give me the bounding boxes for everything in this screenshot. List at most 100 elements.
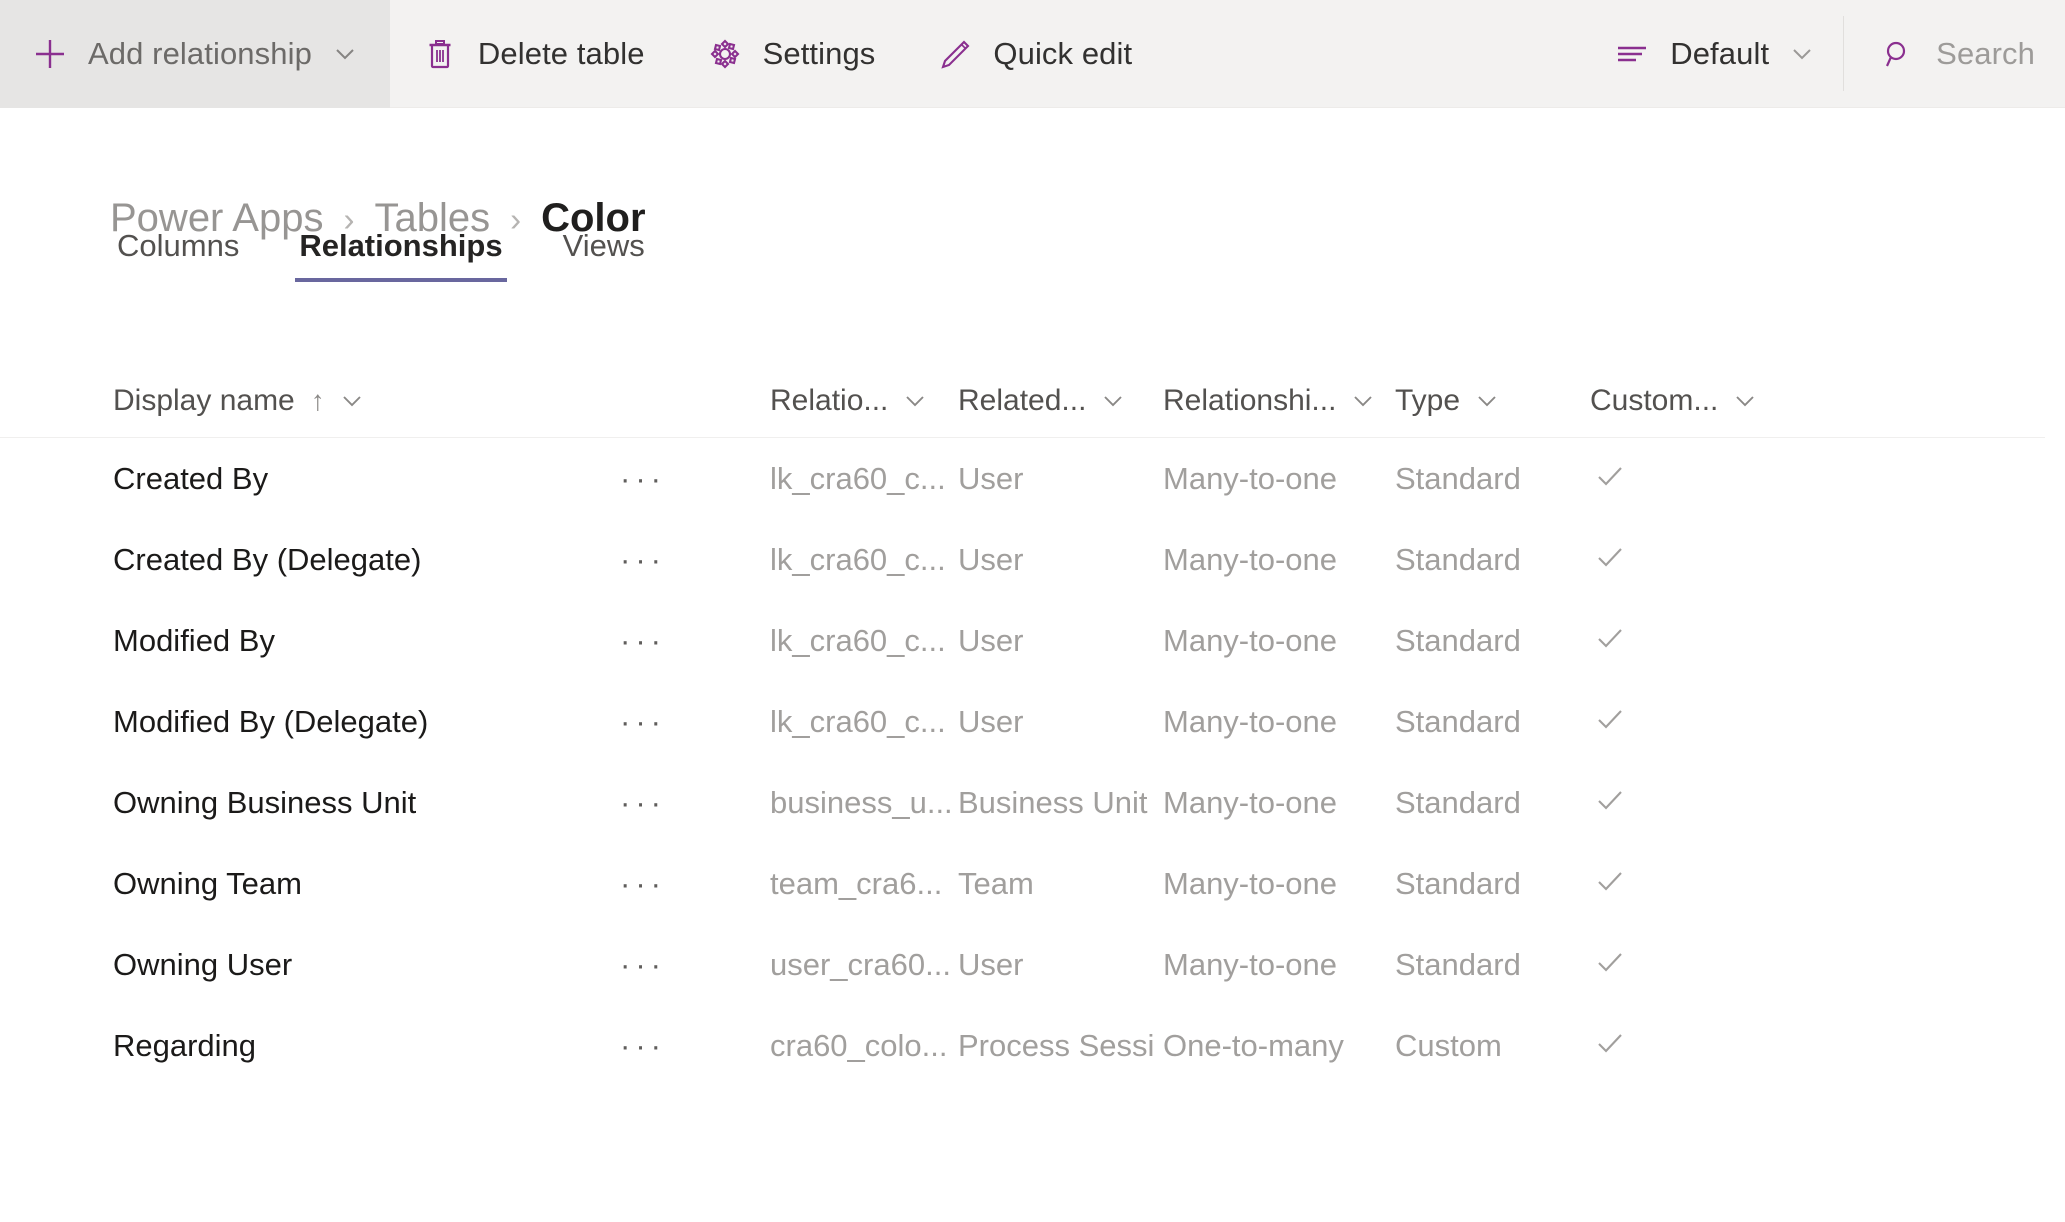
- settings-button[interactable]: Settings: [675, 0, 906, 108]
- cell-related-table: Business Unit: [958, 784, 1148, 820]
- search-box[interactable]: Search: [1844, 0, 2065, 108]
- row-menu-button[interactable]: ···: [620, 461, 770, 497]
- quick-edit-button[interactable]: Quick edit: [905, 0, 1162, 108]
- chevron-down-icon[interactable]: [1732, 388, 1758, 414]
- row-menu-button[interactable]: ···: [620, 866, 770, 902]
- breadcrumb-separator-icon: ›: [510, 201, 522, 238]
- column-header-label: Related...: [958, 383, 1087, 417]
- ellipsis-icon[interactable]: ···: [620, 1028, 666, 1063]
- gear-icon: [705, 34, 745, 74]
- chevron-down-icon[interactable]: [1350, 388, 1376, 414]
- cell-relationship-name: lk_cra60_c...: [770, 703, 946, 739]
- trash-icon: [420, 34, 460, 74]
- command-bar-spacer: [1162, 0, 1582, 107]
- chevron-down-icon[interactable]: [339, 388, 365, 414]
- command-bar: Add relationship Delete table Settings Q…: [0, 0, 2065, 108]
- cell-customizable: [1590, 699, 1790, 744]
- view-selector-button[interactable]: Default: [1582, 0, 1843, 108]
- checkmark-icon: [1590, 780, 1630, 820]
- view-list-icon: [1612, 34, 1652, 74]
- ellipsis-icon[interactable]: ···: [620, 461, 666, 496]
- tab-views[interactable]: Views: [559, 228, 649, 282]
- checkmark-icon: [1590, 537, 1630, 577]
- cell-relationship-type: One-to-many: [1163, 1027, 1344, 1063]
- table-row[interactable]: Created By (Delegate) ··· lk_cra60_c... …: [0, 519, 2065, 600]
- ellipsis-icon[interactable]: ···: [620, 623, 666, 658]
- cell-relationship-name: cra60_colo...: [770, 1027, 948, 1063]
- row-menu-button[interactable]: ···: [620, 947, 770, 983]
- ellipsis-icon[interactable]: ···: [620, 866, 666, 901]
- chevron-down-icon[interactable]: [1474, 388, 1500, 414]
- row-menu-button[interactable]: ···: [620, 623, 770, 659]
- cell-relationship-name: lk_cra60_c...: [770, 460, 946, 496]
- table-row[interactable]: Modified By (Delegate) ··· lk_cra60_c...…: [0, 681, 2065, 762]
- column-header-label: Custom...: [1590, 383, 1719, 417]
- row-menu-button[interactable]: ···: [620, 785, 770, 821]
- cell-display-name: Created By: [113, 460, 269, 496]
- cell-related-table: User: [958, 703, 1024, 739]
- page-content: Power Apps › Tables › Color Columns Rela…: [0, 108, 2065, 1086]
- cell-related-table: User: [958, 946, 1024, 982]
- search-input[interactable]: Search: [1936, 36, 2035, 72]
- table-row[interactable]: Owning Team ··· team_cra6... Team Many-t…: [0, 843, 2065, 924]
- row-menu-button[interactable]: ···: [620, 1028, 770, 1064]
- column-header-customizable[interactable]: Custom...: [1590, 384, 1790, 418]
- cell-relationship-name: business_u...: [770, 784, 953, 820]
- column-header-relationship-type[interactable]: Relationshi...: [1163, 384, 1395, 418]
- cell-type: Custom: [1395, 1027, 1502, 1063]
- cell-customizable: [1590, 861, 1790, 906]
- checkmark-icon: [1590, 861, 1630, 901]
- table-row[interactable]: Owning Business Unit ··· business_u... B…: [0, 762, 2065, 843]
- column-header-display-name[interactable]: Display name ↑: [113, 384, 620, 418]
- delete-table-button[interactable]: Delete table: [390, 0, 675, 108]
- table-row[interactable]: Modified By ··· lk_cra60_c... User Many-…: [0, 600, 2065, 681]
- cell-related-table: Team: [958, 865, 1034, 901]
- ellipsis-icon[interactable]: ···: [620, 704, 666, 739]
- column-header-label: Relationshi...: [1163, 383, 1337, 417]
- checkmark-icon: [1590, 699, 1630, 739]
- cell-related-table: User: [958, 622, 1024, 658]
- add-relationship-button[interactable]: Add relationship: [0, 0, 390, 108]
- column-header-label: Relatio...: [770, 383, 889, 417]
- pencil-icon: [935, 34, 975, 74]
- tab-columns[interactable]: Columns: [113, 228, 243, 282]
- cell-relationship-type: Many-to-one: [1163, 946, 1338, 982]
- cell-customizable: [1590, 537, 1790, 582]
- ellipsis-icon[interactable]: ···: [620, 785, 666, 820]
- cell-customizable: [1590, 942, 1790, 987]
- cell-relationship-name: team_cra6...: [770, 865, 943, 901]
- cell-relationship-name: lk_cra60_c...: [770, 622, 946, 658]
- cell-relationship-name: lk_cra60_c...: [770, 541, 946, 577]
- cell-relationship-type: Many-to-one: [1163, 541, 1338, 577]
- cell-relationship-type: Many-to-one: [1163, 622, 1338, 658]
- checkmark-icon: [1590, 1023, 1630, 1063]
- column-header-related-table[interactable]: Related...: [958, 384, 1163, 418]
- breadcrumb: Power Apps › Tables › Color: [0, 108, 2065, 240]
- add-relationship-label: Add relationship: [88, 36, 312, 71]
- table-row[interactable]: Created By ··· lk_cra60_c... User Many-t…: [0, 438, 2065, 519]
- tab-relationships[interactable]: Relationships: [295, 228, 507, 282]
- table-row[interactable]: Regarding ··· cra60_colo... Process Sess…: [0, 1005, 2065, 1086]
- delete-table-label: Delete table: [477, 36, 645, 71]
- row-menu-button[interactable]: ···: [620, 704, 770, 740]
- cell-display-name: Owning Business Unit: [113, 784, 417, 820]
- ellipsis-icon[interactable]: ···: [620, 542, 666, 577]
- cell-relationship-type: Many-to-one: [1163, 865, 1338, 901]
- chevron-down-icon[interactable]: [1100, 388, 1126, 414]
- checkmark-icon: [1590, 456, 1630, 496]
- cell-display-name: Modified By (Delegate): [113, 703, 429, 739]
- ellipsis-icon[interactable]: ···: [620, 947, 666, 982]
- table-row[interactable]: Owning User ··· user_cra60... User Many-…: [0, 924, 2065, 1005]
- column-header-relationship-name[interactable]: Relatio...: [770, 384, 958, 418]
- cell-related-table: User: [958, 460, 1024, 496]
- cell-customizable: [1590, 1023, 1790, 1068]
- cell-display-name: Modified By: [113, 622, 275, 658]
- cell-type: Standard: [1395, 541, 1521, 577]
- column-header-type[interactable]: Type: [1395, 384, 1590, 418]
- row-menu-button[interactable]: ···: [620, 542, 770, 578]
- settings-label: Settings: [762, 36, 876, 71]
- cell-relationship-type: Many-to-one: [1163, 784, 1338, 820]
- cell-display-name: Owning User: [113, 946, 293, 982]
- chevron-down-icon[interactable]: [902, 388, 928, 414]
- view-selector-label: Default: [1670, 36, 1770, 71]
